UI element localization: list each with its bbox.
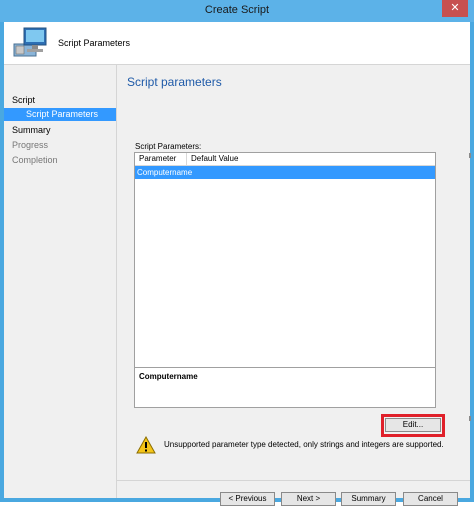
title-bar[interactable]: Create Script ✕ xyxy=(0,0,474,22)
resize-tick xyxy=(469,153,471,158)
summary-button[interactable]: Summary xyxy=(341,492,396,506)
nav-step-summary[interactable]: Summary xyxy=(12,125,51,135)
resize-tick xyxy=(469,416,471,421)
cancel-button[interactable]: Cancel xyxy=(403,492,458,506)
previous-button[interactable]: < Previous xyxy=(220,492,275,506)
wizard-client-area: Script Parameters Script Script Paramete… xyxy=(4,22,471,506)
warning-message: Unsupported parameter type detected, onl… xyxy=(164,440,444,449)
window-title: Create Script xyxy=(204,4,270,16)
warning-icon xyxy=(136,436,156,454)
parameter-description-box: Computername xyxy=(134,368,436,408)
next-button[interactable]: Next > xyxy=(281,492,336,506)
nav-step-completion: Completion xyxy=(12,155,58,165)
parameter-description: Computername xyxy=(139,372,198,381)
table-row[interactable]: Computername xyxy=(135,166,435,179)
nav-step-script-parameters[interactable]: Script Parameters xyxy=(4,108,116,121)
parameters-list[interactable]: Parameter Default Value Computername xyxy=(134,152,436,368)
edit-button[interactable]: Edit... xyxy=(385,418,441,432)
row-default-value-cell xyxy=(189,166,431,179)
header-title: Script Parameters xyxy=(58,38,131,48)
wizard-content: Script parameters Script Parameters: Par… xyxy=(117,65,471,506)
page-title: Script parameters xyxy=(127,75,222,89)
close-button[interactable]: ✕ xyxy=(442,0,468,17)
create-script-window: Create Script ✕ Script Parameters Script… xyxy=(0,0,474,506)
wizard-header: Script Parameters xyxy=(4,22,470,65)
nav-step-progress: Progress xyxy=(12,140,49,150)
parameters-label: Script Parameters: xyxy=(135,142,202,151)
computer-icon xyxy=(13,27,47,57)
list-header: Parameter Default Value xyxy=(135,153,435,166)
nav-step-script[interactable]: Script xyxy=(12,95,35,105)
footer-divider xyxy=(117,480,470,481)
column-header-default-value[interactable]: Default Value xyxy=(187,153,435,165)
wizard-step-list: Script Script Parameters Summary Progres… xyxy=(4,65,117,498)
column-header-parameter[interactable]: Parameter xyxy=(135,153,187,165)
row-parameter-cell: Computername xyxy=(137,168,193,177)
close-icon: ✕ xyxy=(450,2,460,14)
